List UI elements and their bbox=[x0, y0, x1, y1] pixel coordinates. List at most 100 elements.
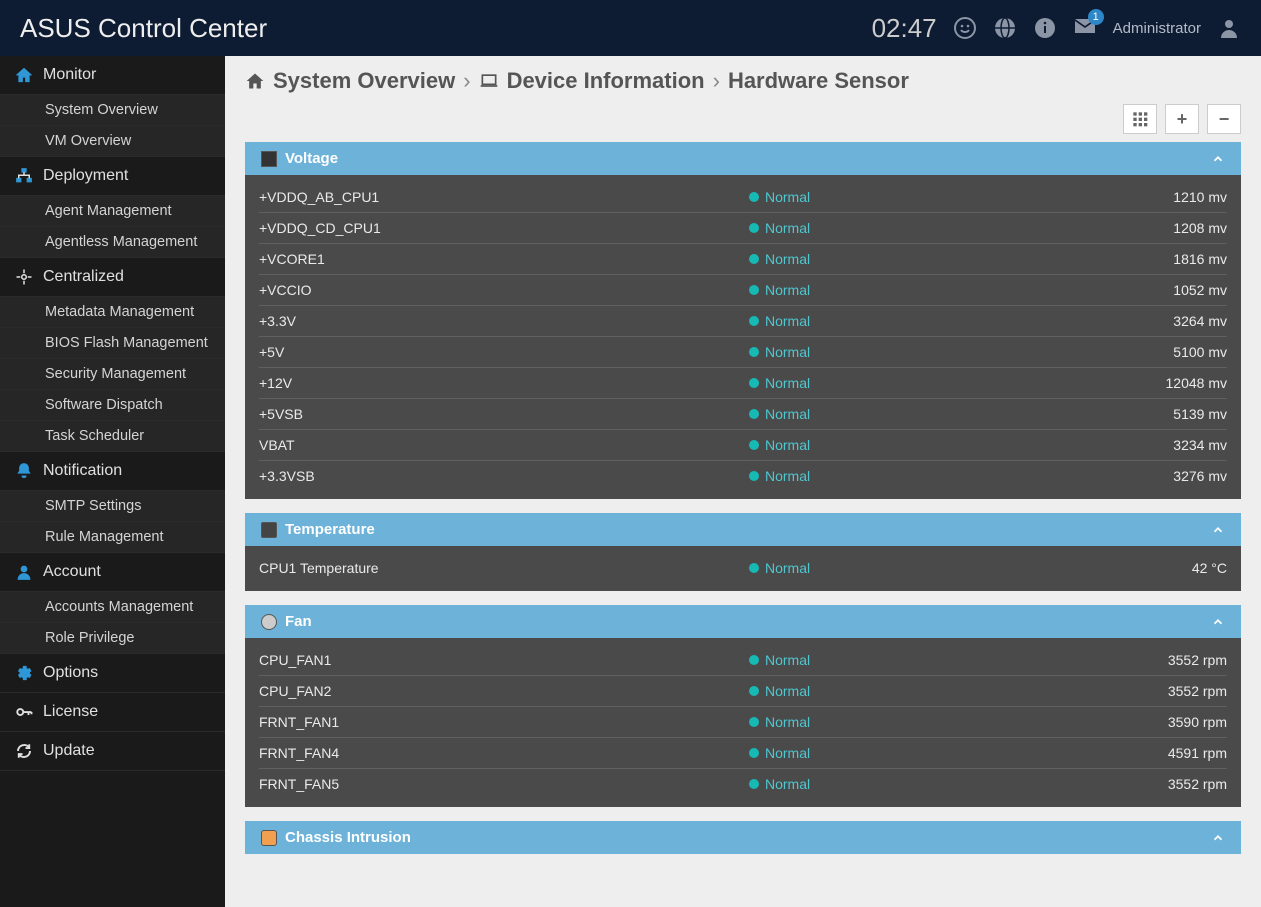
chevron-up-icon bbox=[1211, 523, 1225, 537]
collapse-all-button[interactable]: − bbox=[1207, 104, 1241, 134]
sidebar-cat-label: Deployment bbox=[43, 167, 128, 185]
sensor-name: FRNT_FAN5 bbox=[259, 776, 749, 792]
sidebar-cat-label: Centralized bbox=[43, 268, 124, 286]
gear-icon bbox=[15, 664, 33, 682]
sidebar-item-smtp-settings[interactable]: SMTP Settings bbox=[0, 491, 225, 522]
sensor-value: 42 °C bbox=[1049, 560, 1227, 576]
sensor-value: 3276 mv bbox=[1049, 468, 1227, 484]
expand-all-button[interactable]: + bbox=[1165, 104, 1199, 134]
sensor-name: +VDDQ_AB_CPU1 bbox=[259, 189, 749, 205]
sensor-value: 3264 mv bbox=[1049, 313, 1227, 329]
sensor-name: +VDDQ_CD_CPU1 bbox=[259, 220, 749, 236]
sidebar-cat-update[interactable]: Update bbox=[0, 732, 225, 771]
panel-category-icon bbox=[261, 614, 277, 630]
sensor-row: +12V Normal 12048 mv bbox=[259, 367, 1227, 398]
panel-body: +VDDQ_AB_CPU1 Normal 1210 mv +VDDQ_CD_CP… bbox=[245, 175, 1241, 499]
sensor-status: Normal bbox=[749, 189, 1049, 205]
info-icon[interactable] bbox=[1033, 16, 1057, 40]
panel-title: Temperature bbox=[285, 521, 375, 538]
sensor-row: CPU_FAN1 Normal 3552 rpm bbox=[259, 652, 1227, 675]
sensor-value: 1816 mv bbox=[1049, 251, 1227, 267]
sensor-value: 1210 mv bbox=[1049, 189, 1227, 205]
smile-icon[interactable] bbox=[953, 16, 977, 40]
bell-icon bbox=[15, 462, 33, 480]
user-icon[interactable] bbox=[1217, 16, 1241, 40]
sensor-row: CPU1 Temperature Normal 42 °C bbox=[259, 560, 1227, 583]
sidebar-item-role-privilege[interactable]: Role Privilege bbox=[0, 623, 225, 654]
sensor-row: +VDDQ_CD_CPU1 Normal 1208 mv bbox=[259, 212, 1227, 243]
sensor-status: Normal bbox=[749, 406, 1049, 422]
user-name[interactable]: Administrator bbox=[1113, 20, 1201, 37]
sensor-row: +3.3V Normal 3264 mv bbox=[259, 305, 1227, 336]
sidebar-item-metadata-management[interactable]: Metadata Management bbox=[0, 297, 225, 328]
crosshair-icon bbox=[15, 268, 33, 286]
sensor-row: FRNT_FAN5 Normal 3552 rpm bbox=[259, 768, 1227, 799]
sidebar-item-agentless-management[interactable]: Agentless Management bbox=[0, 227, 225, 258]
sidebar-item-software-dispatch[interactable]: Software Dispatch bbox=[0, 390, 225, 421]
sidebar-cat-label: Update bbox=[43, 742, 95, 760]
status-dot-icon bbox=[749, 686, 759, 696]
sidebar-item-vm-overview[interactable]: VM Overview bbox=[0, 126, 225, 157]
sidebar-cat-label: Monitor bbox=[43, 66, 96, 84]
sensor-value: 1208 mv bbox=[1049, 220, 1227, 236]
sidebar-item-security-management[interactable]: Security Management bbox=[0, 359, 225, 390]
status-dot-icon bbox=[749, 471, 759, 481]
key-icon bbox=[15, 703, 33, 721]
sensor-row: FRNT_FAN4 Normal 4591 rpm bbox=[259, 737, 1227, 768]
status-dot-icon bbox=[749, 347, 759, 357]
panel-header[interactable]: Fan bbox=[245, 605, 1241, 638]
sensor-status: Normal bbox=[749, 437, 1049, 453]
breadcrumb-device-information[interactable]: Device Information bbox=[507, 68, 705, 94]
notifications-button[interactable]: 1 bbox=[1073, 14, 1097, 43]
panel-category-icon bbox=[261, 830, 277, 846]
panel-header[interactable]: Temperature bbox=[245, 513, 1241, 546]
sensor-row: FRNT_FAN1 Normal 3590 rpm bbox=[259, 706, 1227, 737]
grid-view-button[interactable] bbox=[1123, 104, 1157, 134]
user-icon bbox=[15, 563, 33, 581]
sidebar-item-system-overview[interactable]: System Overview bbox=[0, 95, 225, 126]
status-dot-icon bbox=[749, 316, 759, 326]
sidebar-cat-account[interactable]: Account bbox=[0, 553, 225, 592]
sensor-status: Normal bbox=[749, 313, 1049, 329]
sidebar-cat-options[interactable]: Options bbox=[0, 654, 225, 693]
sidebar-cat-license[interactable]: License bbox=[0, 693, 225, 732]
sensor-value: 3552 rpm bbox=[1049, 683, 1227, 699]
sidebar-item-rule-management[interactable]: Rule Management bbox=[0, 522, 225, 553]
panel-header[interactable]: Chassis Intrusion bbox=[245, 821, 1241, 854]
notification-badge: 1 bbox=[1088, 9, 1104, 25]
globe-icon[interactable] bbox=[993, 16, 1017, 40]
sensor-status: Normal bbox=[749, 683, 1049, 699]
sidebar-cat-deployment[interactable]: Deployment bbox=[0, 157, 225, 196]
sidebar-item-agent-management[interactable]: Agent Management bbox=[0, 196, 225, 227]
panel-category-icon bbox=[261, 151, 277, 167]
sensor-status: Normal bbox=[749, 745, 1049, 761]
breadcrumb-system-overview[interactable]: System Overview bbox=[273, 68, 455, 94]
sensor-row: +VDDQ_AB_CPU1 Normal 1210 mv bbox=[259, 189, 1227, 212]
sidebar-cat-notification[interactable]: Notification bbox=[0, 452, 225, 491]
sensor-name: +12V bbox=[259, 375, 749, 391]
sensor-value: 3590 rpm bbox=[1049, 714, 1227, 730]
status-dot-icon bbox=[749, 779, 759, 789]
sidebar-item-task-scheduler[interactable]: Task Scheduler bbox=[0, 421, 225, 452]
home-icon[interactable] bbox=[245, 71, 265, 91]
chevron-up-icon bbox=[1211, 615, 1225, 629]
sidebar-cat-monitor[interactable]: Monitor bbox=[0, 56, 225, 95]
sidebar-cat-centralized[interactable]: Centralized bbox=[0, 258, 225, 297]
refresh-icon bbox=[15, 742, 33, 760]
sensor-status: Normal bbox=[749, 282, 1049, 298]
sensor-name: FRNT_FAN4 bbox=[259, 745, 749, 761]
sidebar-item-accounts-management[interactable]: Accounts Management bbox=[0, 592, 225, 623]
sitemap-icon bbox=[15, 167, 33, 185]
sensor-name: VBAT bbox=[259, 437, 749, 453]
panel-header[interactable]: Voltage bbox=[245, 142, 1241, 175]
sensor-status: Normal bbox=[749, 652, 1049, 668]
sensor-row: VBAT Normal 3234 mv bbox=[259, 429, 1227, 460]
panel-chassis-intrusion: Chassis Intrusion bbox=[245, 821, 1241, 854]
status-dot-icon bbox=[749, 717, 759, 727]
status-dot-icon bbox=[749, 748, 759, 758]
status-dot-icon bbox=[749, 655, 759, 665]
sidebar-item-bios-flash-management[interactable]: BIOS Flash Management bbox=[0, 328, 225, 359]
sensor-status: Normal bbox=[749, 220, 1049, 236]
sensor-name: +5V bbox=[259, 344, 749, 360]
panel-voltage: Voltage +VDDQ_AB_CPU1 Normal 1210 mv +VD… bbox=[245, 142, 1241, 499]
